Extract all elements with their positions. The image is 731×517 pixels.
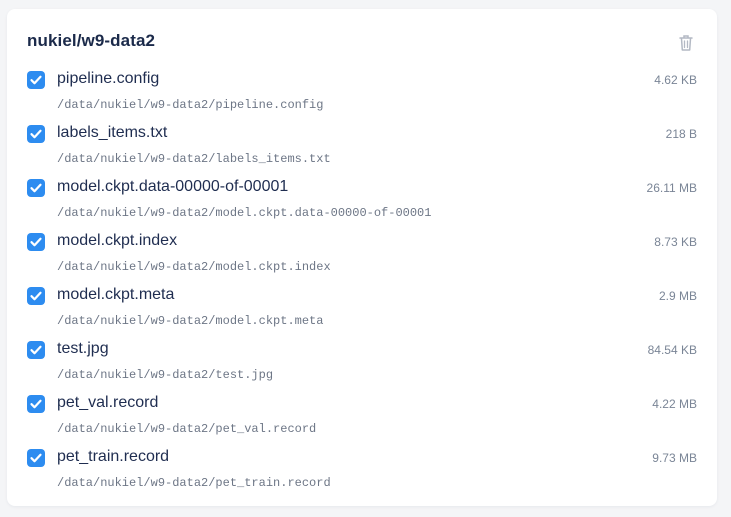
file-checkbox[interactable] — [27, 341, 45, 359]
dataset-card: nukiel/w9-data2 pipeline.config /data/nu… — [7, 9, 717, 506]
file-name: pipeline.config — [57, 70, 160, 87]
file-name: pet_val.record — [57, 394, 159, 411]
file-list: pipeline.config /data/nukiel/w9-data2/pi… — [27, 67, 697, 499]
file-path: /data/nukiel/w9-data2/model.ckpt.index — [57, 260, 331, 274]
file-size: 9.73 MB — [652, 451, 697, 465]
file-path: /data/nukiel/w9-data2/pet_train.record — [57, 476, 331, 490]
file-item: labels_items.txt /data/nukiel/w9-data2/l… — [27, 121, 697, 175]
file-checkbox[interactable] — [27, 449, 45, 467]
file-size: 4.62 KB — [654, 73, 697, 87]
file-name: model.ckpt.index — [57, 232, 178, 249]
file-item: model.ckpt.index /data/nukiel/w9-data2/m… — [27, 229, 697, 283]
file-name: pet_train.record — [57, 448, 170, 465]
file-item: pet_val.record /data/nukiel/w9-data2/pet… — [27, 391, 697, 445]
file-path: /data/nukiel/w9-data2/model.ckpt.data-00… — [57, 206, 432, 220]
file-path: /data/nukiel/w9-data2/pipeline.config — [57, 98, 324, 112]
file-path: /data/nukiel/w9-data2/model.ckpt.meta — [57, 314, 324, 328]
file-size: 2.9 MB — [658, 289, 697, 303]
file-item: model.ckpt.data-00000-of-00001 /data/nuk… — [27, 175, 697, 229]
file-size: 4.22 MB — [652, 397, 697, 411]
file-checkbox[interactable] — [27, 179, 45, 197]
file-item: model.ckpt.meta /data/nukiel/w9-data2/mo… — [27, 283, 697, 337]
file-item: pipeline.config /data/nukiel/w9-data2/pi… — [27, 67, 697, 121]
file-name: model.ckpt.data-00000-of-00001 — [57, 178, 289, 195]
file-size: 8.73 KB — [654, 235, 697, 249]
file-checkbox[interactable] — [27, 287, 45, 305]
trash-icon[interactable] — [677, 33, 695, 53]
file-path: /data/nukiel/w9-data2/labels_items.txt — [57, 152, 331, 166]
file-checkbox[interactable] — [27, 71, 45, 89]
file-name: labels_items.txt — [57, 124, 168, 141]
file-size: 26.11 MB — [646, 181, 697, 195]
file-checkbox[interactable] — [27, 395, 45, 413]
file-checkbox[interactable] — [27, 125, 45, 143]
dataset-title: nukiel/w9-data2 — [27, 31, 156, 50]
file-checkbox[interactable] — [27, 233, 45, 251]
file-item: test.jpg /data/nukiel/w9-data2/test.jpg … — [27, 337, 697, 391]
file-name: model.ckpt.meta — [57, 286, 175, 303]
file-path: /data/nukiel/w9-data2/pet_val.record — [57, 422, 317, 436]
file-name: test.jpg — [57, 340, 109, 357]
file-path: /data/nukiel/w9-data2/test.jpg — [57, 368, 274, 382]
file-item: pet_train.record /data/nukiel/w9-data2/p… — [27, 445, 697, 499]
file-size: 84.54 KB — [647, 343, 697, 357]
file-size: 218 B — [665, 127, 697, 141]
card-header: nukiel/w9-data2 — [27, 31, 697, 55]
